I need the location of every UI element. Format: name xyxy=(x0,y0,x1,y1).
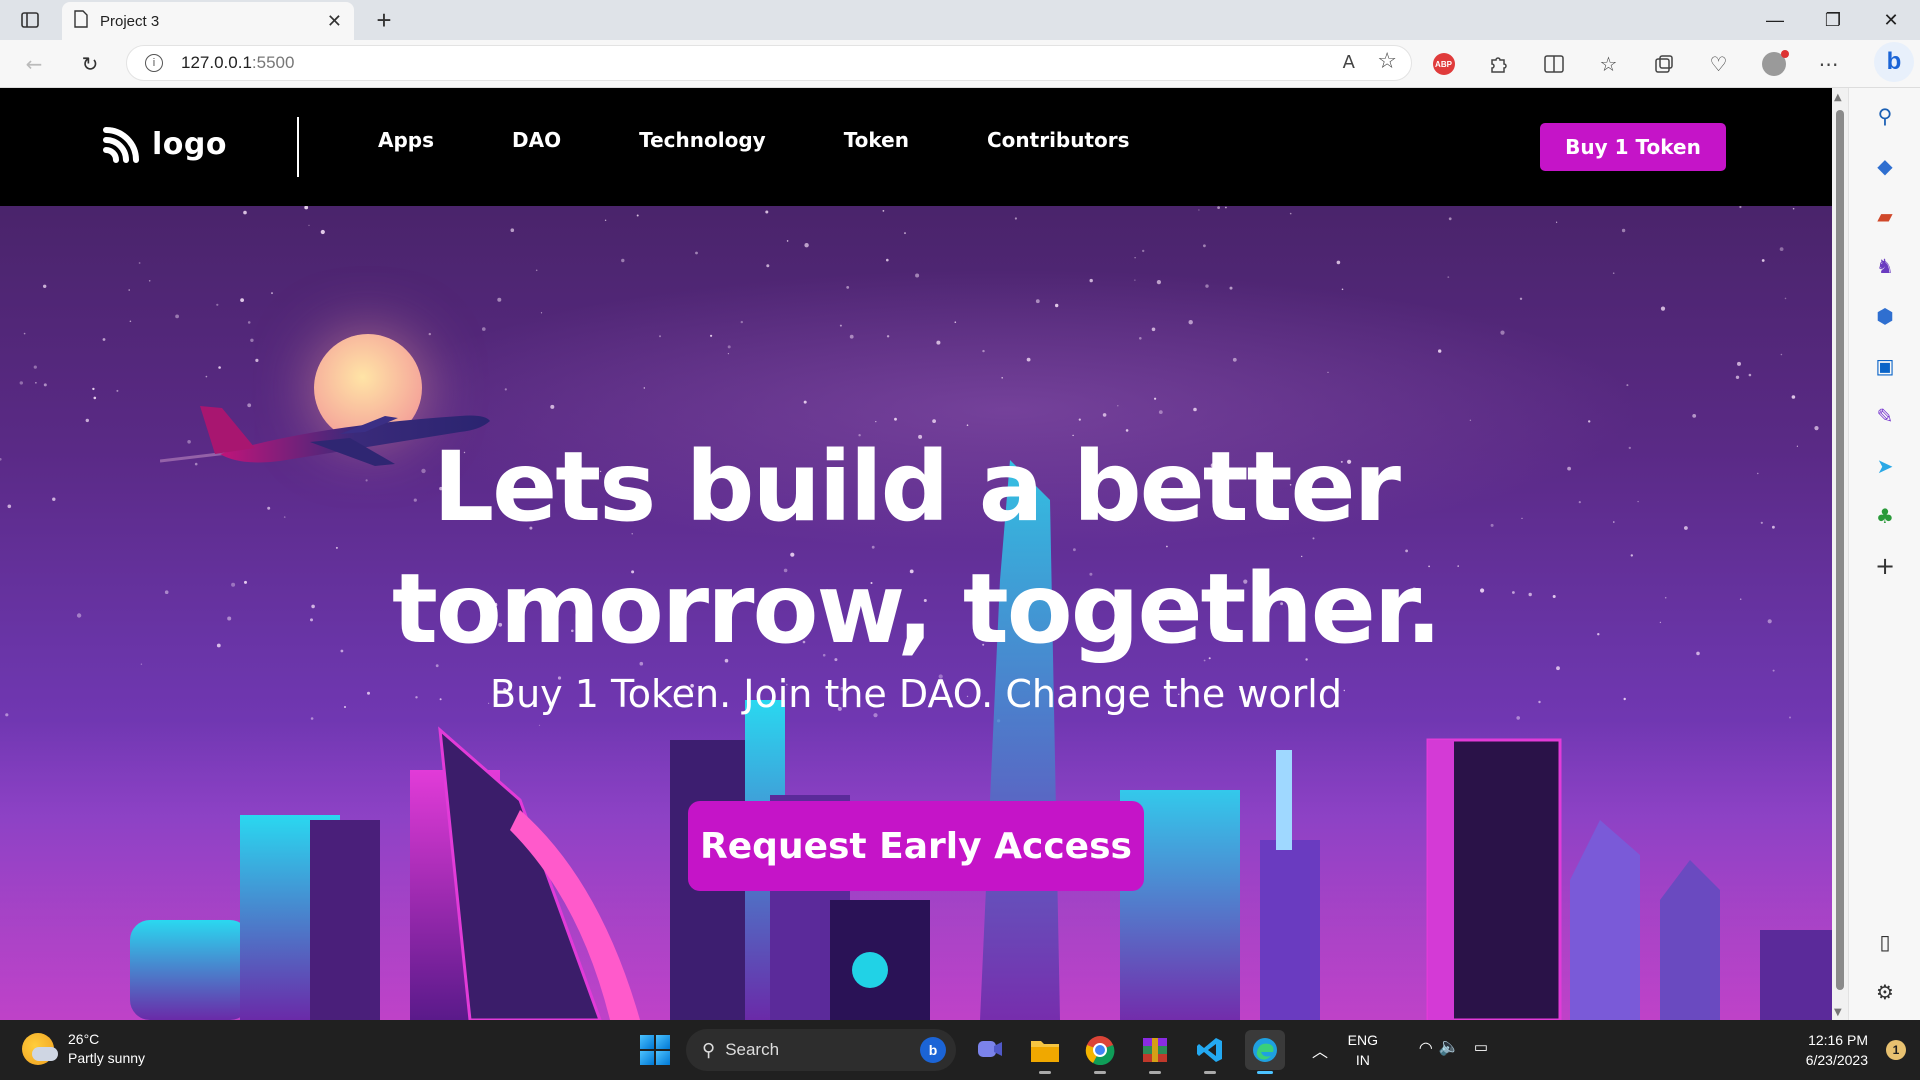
battery-icon[interactable]: ▭ xyxy=(1474,1038,1488,1056)
page-viewport: logo Apps DAO Technology Token Contribut… xyxy=(0,88,1832,1020)
vscode-icon[interactable] xyxy=(1190,1030,1230,1074)
chevron-up-icon[interactable]: ︿ xyxy=(1312,1038,1328,1062)
sidebar-search-icon[interactable]: ⚲ xyxy=(1871,102,1899,130)
windows-taskbar: 26°C Partly sunny ⚲ Search b ︿ ENG IN ◜◝… xyxy=(0,1020,1920,1080)
minimize-button[interactable]: — xyxy=(1746,0,1804,40)
sidebar-settings-gear-icon[interactable]: ⚙ xyxy=(1871,978,1899,1006)
refresh-icon[interactable]: ↻ xyxy=(74,48,106,80)
profile-avatar[interactable] xyxy=(1746,48,1801,80)
taskbar-search[interactable]: ⚲ Search b xyxy=(686,1029,956,1071)
wifi-icon[interactable]: ◜◝ xyxy=(1420,1038,1432,1058)
more-options-icon[interactable]: ⋯ xyxy=(1801,48,1856,80)
favorites-icon[interactable]: ☆ xyxy=(1581,48,1636,80)
language-indicator[interactable]: ENG IN xyxy=(1348,1030,1378,1070)
adblock-icon[interactable]: ABP xyxy=(1416,48,1471,80)
sidebar-games-icon[interactable]: ♞ xyxy=(1871,252,1899,280)
tab-actions-icon[interactable] xyxy=(14,8,46,32)
edge-icon[interactable] xyxy=(1245,1030,1285,1074)
sidebar-designer-icon[interactable]: ✎ xyxy=(1871,402,1899,430)
collections-icon[interactable] xyxy=(1636,48,1691,80)
sidebar-tree-icon[interactable]: ♣ xyxy=(1871,502,1899,530)
read-aloud-icon[interactable]: A xyxy=(1343,52,1355,73)
bing-copilot-button[interactable]: b xyxy=(1874,42,1914,82)
main-nav: Apps DAO Technology Token Contributors xyxy=(378,128,1208,152)
sidebar-hide-icon[interactable]: ▯ xyxy=(1871,928,1899,956)
search-placeholder: Search xyxy=(725,1040,780,1059)
sidebar-add-icon[interactable]: + xyxy=(1871,552,1899,580)
site-info-icon[interactable]: i xyxy=(145,54,163,72)
search-icon: ⚲ xyxy=(702,1039,716,1060)
browser-essentials-icon[interactable]: ♡ xyxy=(1691,48,1746,80)
logo-mark-icon xyxy=(103,127,139,163)
hero-headline-line-2: tomorrow, together. xyxy=(391,553,1442,665)
windows-start-icon[interactable] xyxy=(640,1035,670,1065)
sidebar-tools-icon[interactable]: ▰ xyxy=(1871,202,1899,230)
sidebar-outlook-icon[interactable]: ▣ xyxy=(1871,352,1899,380)
close-tab-icon[interactable]: ✕ xyxy=(327,11,342,32)
temperature: 26°C xyxy=(68,1031,100,1047)
tab-strip: Project 3 ✕ + — ❐ ✕ xyxy=(0,0,1920,40)
nav-token[interactable]: Token xyxy=(844,128,909,152)
header-divider xyxy=(297,117,299,177)
buy-token-button[interactable]: Buy 1 Token xyxy=(1540,123,1726,171)
volume-icon[interactable]: 🔈 xyxy=(1439,1037,1460,1057)
close-window-button[interactable]: ✕ xyxy=(1862,0,1920,40)
tab-project-3[interactable]: Project 3 ✕ xyxy=(62,2,354,40)
back-arrow-icon[interactable]: ← xyxy=(18,48,50,80)
hero-section: Lets build a better tomorrow, together. … xyxy=(0,206,1832,1020)
chrome-icon[interactable] xyxy=(1080,1030,1120,1074)
sidebar-shopping-icon[interactable]: ◆ xyxy=(1871,152,1899,180)
nav-dao[interactable]: DAO xyxy=(512,128,561,152)
nav-apps[interactable]: Apps xyxy=(378,128,434,152)
scroll-down-arrow-icon[interactable]: ▼ xyxy=(1834,1007,1842,1018)
favorite-star-icon[interactable]: ☆ xyxy=(1377,49,1397,74)
split-screen-icon[interactable] xyxy=(1526,48,1581,80)
tab-title: Project 3 xyxy=(100,12,160,30)
url-text[interactable]: 127.0.0.1:5500 xyxy=(181,53,294,73)
site-header: logo Apps DAO Technology Token Contribut… xyxy=(0,88,1832,206)
page-icon xyxy=(74,10,88,32)
bing-search-icon: b xyxy=(920,1037,946,1063)
scroll-up-arrow-icon[interactable]: ▲ xyxy=(1834,92,1842,103)
restore-button[interactable]: ❐ xyxy=(1804,0,1862,40)
weather-widget[interactable]: 26°C Partly sunny xyxy=(22,1030,145,1068)
clock[interactable]: 12:16 PM 6/23/2023 xyxy=(1806,1030,1868,1070)
notification-badge[interactable]: 1 xyxy=(1886,1040,1906,1060)
site-logo[interactable]: logo xyxy=(102,124,227,164)
partly-sunny-icon xyxy=(22,1033,58,1065)
nav-contributors[interactable]: Contributors xyxy=(987,128,1130,152)
teams-chat-icon[interactable] xyxy=(970,1030,1010,1070)
window-controls: — ❐ ✕ xyxy=(1746,0,1920,40)
edge-sidebar: ⚲ ◆ ▰ ♞ ⬢ ▣ ✎ ➤ ♣ + ▯ ⚙ xyxy=(1848,88,1920,1020)
logo-text: logo xyxy=(152,126,227,162)
extensions-puzzle-icon[interactable] xyxy=(1471,48,1526,80)
nav-technology[interactable]: Technology xyxy=(639,128,766,152)
address-toolbar: ← ↻ i 127.0.0.1:5500 A ☆ ABP ☆ ♡ ⋯ b xyxy=(0,40,1920,88)
browser-window: Project 3 ✕ + — ❐ ✕ ← ↻ i 127.0.0.1:5500… xyxy=(0,0,1920,1080)
hero-subtitle: Buy 1 Token. Join the DAO. Change the wo… xyxy=(490,672,1342,716)
address-bar[interactable]: i 127.0.0.1:5500 A ☆ xyxy=(126,45,1412,81)
new-tab-button[interactable]: + xyxy=(368,4,400,36)
winrar-icon[interactable] xyxy=(1135,1030,1175,1074)
weather-condition: Partly sunny xyxy=(68,1050,146,1066)
extensions-row: ABP ☆ ♡ ⋯ xyxy=(1416,48,1856,80)
sidebar-drop-icon[interactable]: ➤ xyxy=(1871,452,1899,480)
page-scrollbar[interactable]: ▲ ▼ xyxy=(1832,88,1848,1020)
hero-headline-line-1: Lets build a better xyxy=(432,431,1401,543)
request-early-access-button[interactable]: Request Early Access xyxy=(688,801,1144,891)
scrollbar-thumb[interactable] xyxy=(1836,110,1844,990)
file-explorer-icon[interactable] xyxy=(1025,1030,1065,1074)
hero-headline: Lets build a better tomorrow, together. xyxy=(0,426,1832,670)
sidebar-microsoft365-icon[interactable]: ⬢ xyxy=(1871,302,1899,330)
